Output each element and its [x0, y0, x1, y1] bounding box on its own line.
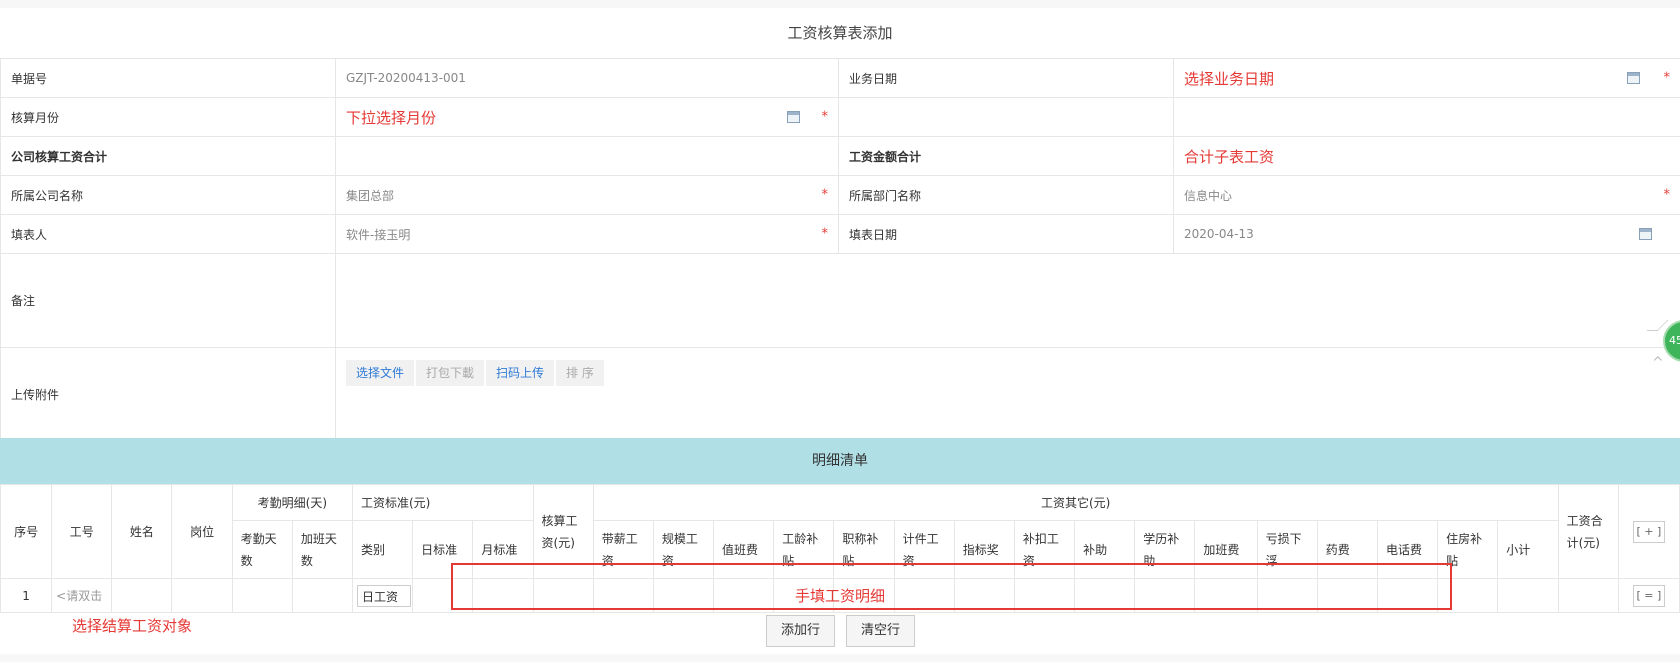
- category-select[interactable]: 日工资: [357, 584, 411, 607]
- remark-label: 备注: [0, 253, 336, 348]
- emp-no-cell[interactable]: <请双击: [51, 578, 113, 613]
- month-label: 核算月份: [0, 97, 336, 137]
- handfill-annotation: 手填工资明细: [795, 587, 886, 605]
- col-name: 姓名: [111, 484, 173, 579]
- doc-no-field: GZJT-20200413-001: [335, 58, 839, 98]
- select-object-annotation: 选择结算工资对象: [72, 617, 193, 635]
- biz-date-annotation: 选择业务日期: [1184, 69, 1275, 88]
- row-menu-button[interactable]: [ = ]: [1632, 584, 1665, 607]
- category-cell[interactable]: 日工资: [351, 578, 414, 613]
- select-file-button[interactable]: 选择文件: [346, 360, 415, 386]
- salary-total-label: 工资金额合计: [838, 136, 1174, 176]
- dept-field[interactable]: 信息中心 *: [1173, 175, 1680, 215]
- month-field[interactable]: 下拉选择月份 *: [335, 97, 839, 137]
- required-mark: *: [821, 187, 829, 203]
- add-col-cell: [ + ]: [1617, 484, 1680, 579]
- group-standard: 工资标准(元): [352, 484, 534, 521]
- attach-field: 选择文件 打包下載 扫码上传排 序: [335, 347, 1680, 442]
- fill-date-label: 填表日期: [838, 214, 1174, 254]
- row-menu-cell: [ = ]: [1617, 578, 1680, 613]
- calendar-icon[interactable]: [1627, 72, 1640, 84]
- col-seq: 序号: [0, 484, 53, 579]
- salary-total-field: 合计子表工资: [1173, 136, 1680, 176]
- company-label: 所属公司名称: [0, 175, 336, 215]
- fill-date-value: 2020-04-13: [1184, 227, 1254, 241]
- dept-label: 所属部门名称: [838, 175, 1174, 215]
- cell[interactable]: [111, 578, 173, 613]
- col-other: 小计: [1497, 520, 1559, 579]
- group-attendance: 考勤明细(天): [231, 484, 354, 521]
- scan-upload-button[interactable]: 扫码上传: [486, 360, 555, 386]
- attach-label: 上传附件: [0, 347, 336, 442]
- dept-value: 信息中心: [1184, 188, 1233, 203]
- page-title: 工资核算表添加: [0, 8, 1680, 59]
- col-emp-no: 工号: [51, 484, 113, 579]
- pack-download-button[interactable]: 打包下載: [416, 360, 485, 386]
- salary-total-annotation: 合计子表工资: [1184, 147, 1275, 166]
- required-mark: *: [821, 226, 829, 242]
- add-column-button[interactable]: [ + ]: [1632, 520, 1665, 543]
- cell[interactable]: [171, 578, 233, 613]
- cell[interactable]: [1557, 578, 1619, 613]
- col-category: 类别: [351, 520, 414, 579]
- fill-date-field[interactable]: 2020-04-13: [1173, 214, 1680, 254]
- empty-cell: [1173, 97, 1680, 137]
- cell[interactable]: [231, 578, 293, 613]
- filler-value: 软件-接玉明: [346, 227, 411, 242]
- header-form: 单据号 GZJT-20200413-001 业务日期 选择业务日期 * 核算月份…: [0, 58, 1680, 442]
- col-attend-days: 考勤天数: [231, 520, 293, 579]
- col-total-salary: 工资合计(元): [1557, 484, 1619, 579]
- company-value: 集团总部: [346, 188, 395, 203]
- calendar-icon[interactable]: [787, 111, 800, 123]
- collapse-caret-icon[interactable]: ^: [1652, 355, 1664, 371]
- col-position: 岗位: [171, 484, 233, 579]
- filler-field: 软件-接玉明 *: [335, 214, 839, 254]
- filler-label: 填表人: [0, 214, 336, 254]
- company-field[interactable]: 集团总部 *: [335, 175, 839, 215]
- cell[interactable]: [1497, 578, 1559, 613]
- biz-date-label: 业务日期: [838, 58, 1174, 98]
- remark-textarea[interactable]: [335, 253, 1680, 348]
- doc-no-value: GZJT-20200413-001: [346, 71, 466, 85]
- month-annotation: 下拉选择月份: [346, 108, 437, 127]
- add-row-button[interactable]: 添加行: [766, 615, 836, 647]
- cell[interactable]: [291, 578, 354, 613]
- sort-button[interactable]: 排 序: [556, 360, 604, 386]
- required-mark: *: [1663, 187, 1671, 203]
- company-total-label: 公司核算工资合计: [0, 136, 336, 176]
- detail-title: 明细清单: [0, 438, 1680, 484]
- empty-cell: [838, 97, 1174, 137]
- required-mark: *: [1663, 70, 1671, 86]
- company-total-field: [335, 136, 839, 176]
- group-other: 工资其它(元): [592, 484, 1559, 521]
- row-seq: 1: [0, 578, 53, 613]
- doc-no-label: 单据号: [0, 58, 336, 98]
- biz-date-field[interactable]: 选择业务日期 *: [1173, 58, 1680, 98]
- calendar-icon[interactable]: [1639, 228, 1652, 240]
- clear-row-button[interactable]: 清空行: [846, 615, 916, 647]
- col-ot-days: 加班天数: [291, 520, 354, 579]
- handfill-highlight: [451, 563, 1452, 610]
- required-mark: *: [821, 109, 829, 125]
